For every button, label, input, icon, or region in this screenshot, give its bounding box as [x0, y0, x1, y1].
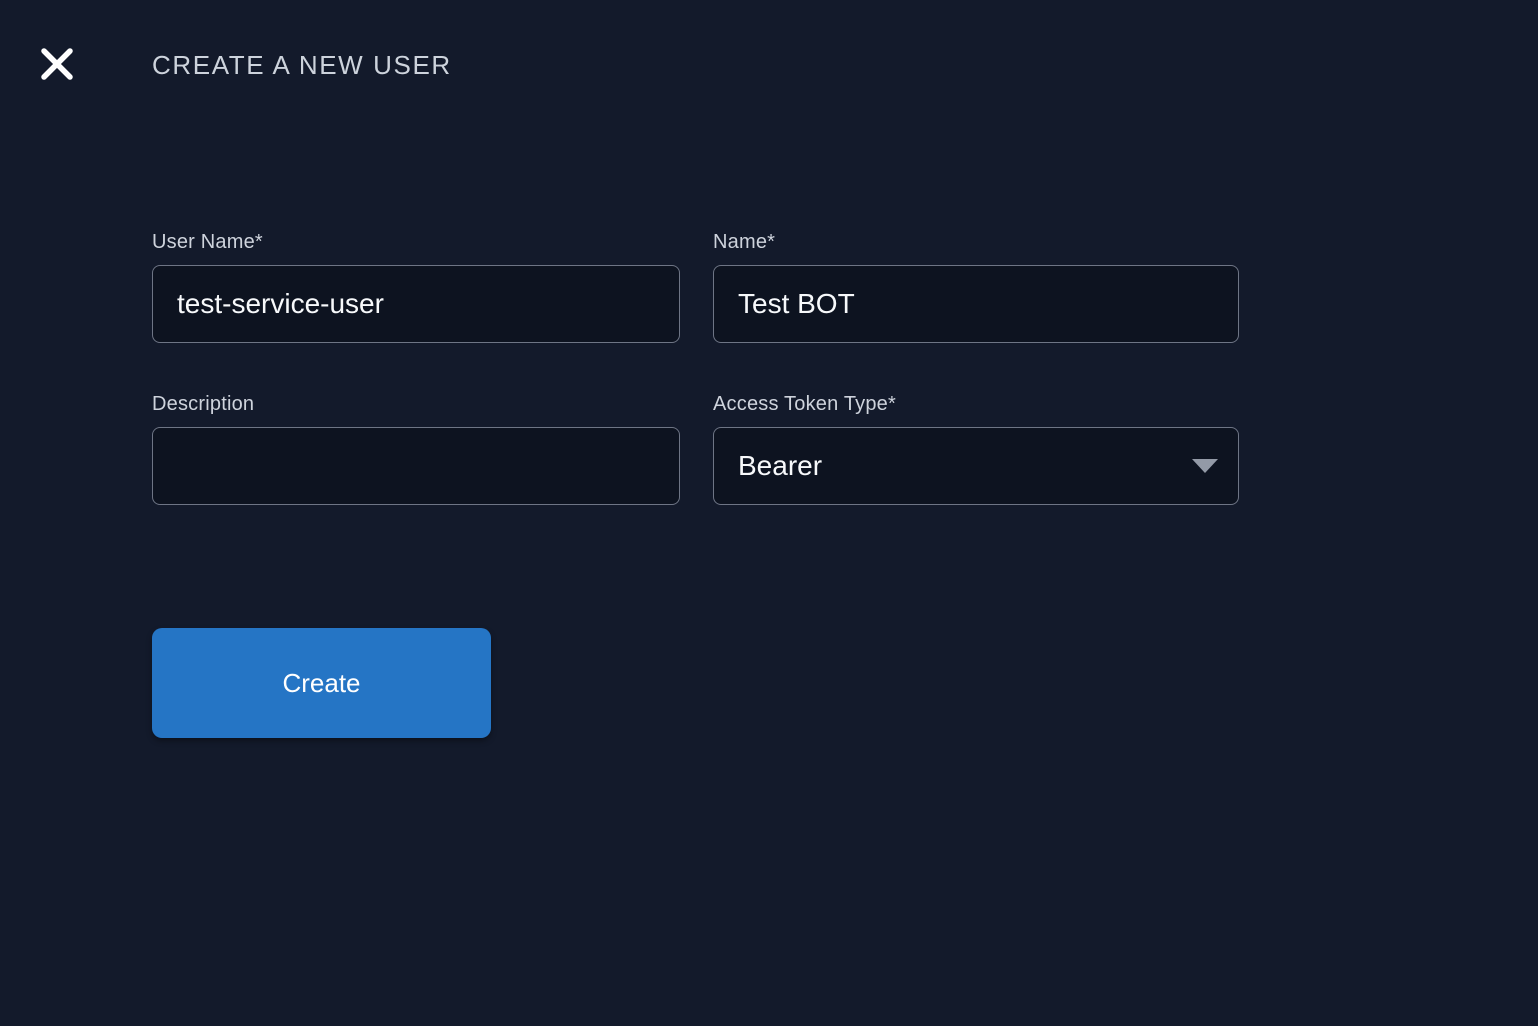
field-access-token-type: Access Token Type* Bearer: [713, 392, 1239, 505]
user-name-label: User Name*: [152, 231, 263, 253]
create-button[interactable]: Create: [152, 628, 491, 738]
close-button[interactable]: [38, 45, 76, 83]
access-token-type-select[interactable]: Bearer: [713, 427, 1239, 505]
create-user-form: User Name* Name* Description Access Toke…: [152, 230, 1239, 505]
name-label: Name*: [713, 231, 776, 253]
user-name-input[interactable]: [152, 265, 680, 343]
page-title: CREATE A NEW USER: [152, 50, 452, 80]
description-input[interactable]: [152, 427, 680, 505]
field-name: Name*: [713, 230, 1239, 343]
access-token-type-value: Bearer: [738, 450, 823, 481]
caret-down-icon: [1192, 459, 1218, 473]
create-user-page: { "header": { "title": "CREATE A NEW USE…: [0, 0, 1538, 1026]
description-label: Description: [152, 393, 255, 415]
close-icon: [39, 46, 75, 82]
access-token-type-label: Access Token Type*: [713, 393, 896, 415]
field-description: Description: [152, 392, 680, 505]
name-input[interactable]: [713, 265, 1239, 343]
field-user-name: User Name*: [152, 230, 680, 343]
